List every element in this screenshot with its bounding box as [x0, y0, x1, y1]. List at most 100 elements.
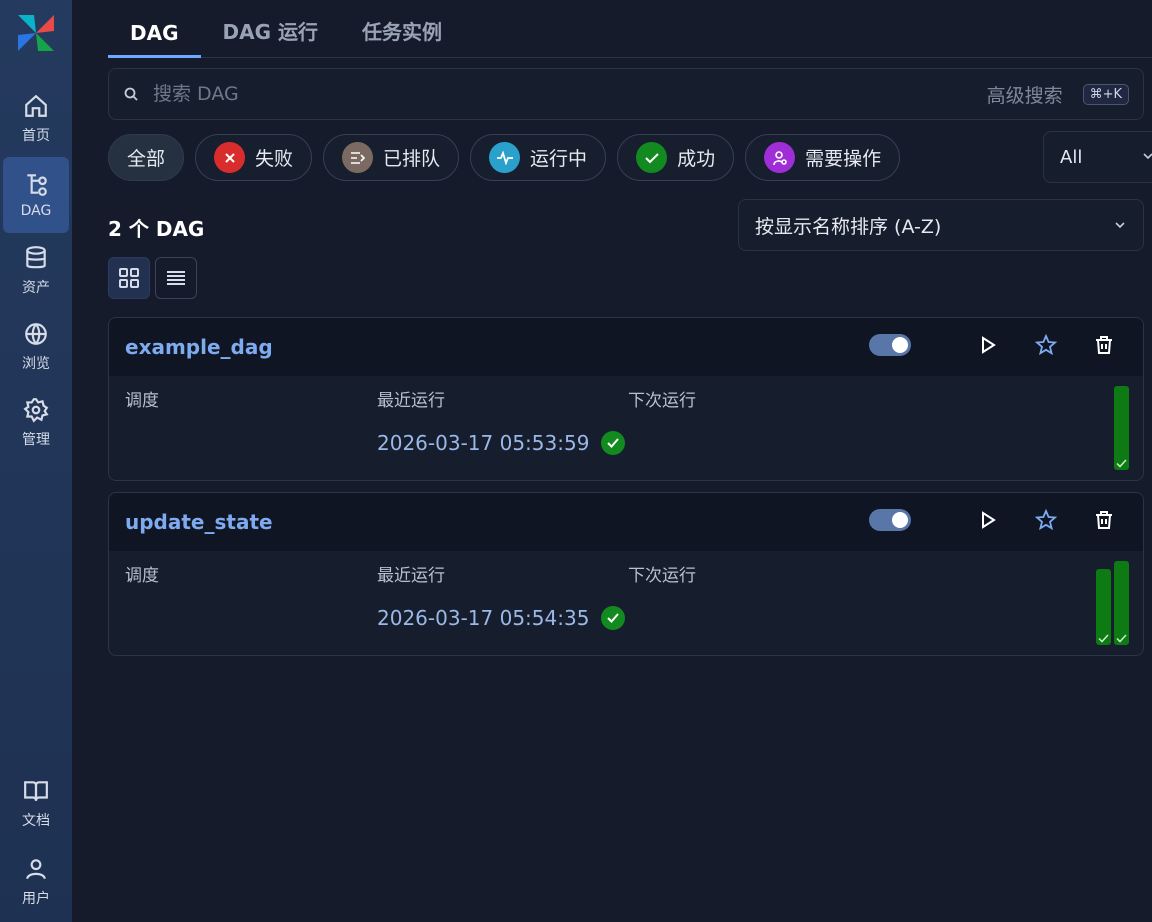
run-bar-success[interactable]	[1096, 569, 1111, 645]
run-bar-success[interactable]	[1114, 386, 1129, 470]
next-run-label: 下次运行	[628, 391, 696, 411]
play-icon	[982, 336, 996, 354]
home-icon	[25, 94, 47, 117]
sidebar-item-label: 管理	[22, 432, 50, 448]
next-run-label: 下次运行	[628, 566, 696, 586]
trigger-dag-button[interactable]	[975, 507, 1001, 533]
dag-name-link[interactable]: update_state	[125, 510, 273, 534]
search-bar: 高级搜索 ⌘+K	[108, 68, 1144, 120]
activity-icon	[489, 142, 521, 173]
card-view-button[interactable]	[108, 257, 150, 299]
sidebar: 首页 DAG 资产 浏览 管理 文档 用户	[0, 0, 72, 922]
state-filters: 全部 失败 已排队 运行中 成功 需要操作	[108, 134, 901, 181]
schedule-label: 调度	[125, 391, 159, 411]
gear-icon	[23, 398, 49, 423]
dag-name-link[interactable]: example_dag	[125, 335, 273, 359]
user-action-icon	[764, 142, 796, 173]
recent-runs-bars	[1096, 561, 1129, 645]
latest-run-label: 最近运行	[377, 391, 445, 411]
star-icon	[1035, 509, 1057, 531]
filter-label: 全部	[127, 148, 166, 170]
dag-card-header: update_state	[109, 493, 1143, 551]
dag-actions	[869, 507, 1117, 533]
dag-actions	[869, 332, 1117, 358]
favorite-button[interactable]	[1033, 332, 1059, 358]
latest-run-value[interactable]: 2026-03-17 05:54:35	[377, 606, 626, 630]
main-content: DAG DAG 运行 任务实例 高级搜索 ⌘+K 全部 失败 已排队	[108, 0, 1152, 922]
filter-label: 已排队	[383, 148, 441, 170]
check-icon	[1098, 634, 1109, 643]
filter-label: 需要操作	[805, 148, 882, 170]
trash-icon	[1096, 511, 1112, 529]
book-icon	[24, 781, 48, 801]
filter-label: 失败	[255, 148, 294, 170]
sidebar-item-home[interactable]: 首页	[3, 81, 69, 157]
sidebar-item-label: 文档	[22, 813, 50, 829]
dag-count: 2 个 DAG	[108, 217, 205, 241]
shortcut-badge: ⌘+K	[1082, 83, 1129, 105]
latest-run-timestamp: 2026-03-17 05:53:59	[377, 431, 590, 455]
dag-icon	[27, 174, 47, 196]
sidebar-item-dag[interactable]: DAG	[3, 157, 69, 233]
sidebar-item-admin[interactable]: 管理	[3, 385, 69, 461]
success-status-icon	[601, 431, 626, 455]
dag-card-header: example_dag	[109, 318, 1143, 376]
sidebar-item-label: 浏览	[22, 356, 50, 372]
tab-bar: DAG DAG 运行 任务实例	[108, 0, 1152, 58]
sidebar-item-docs[interactable]: 文档	[3, 766, 69, 842]
filter-label: 运行中	[530, 148, 588, 170]
dag-pause-toggle[interactable]	[869, 334, 911, 356]
sidebar-item-label: DAG	[20, 203, 52, 219]
run-bar-success[interactable]	[1114, 561, 1129, 645]
search-input[interactable]	[153, 83, 987, 105]
check-icon	[636, 142, 668, 173]
latest-run-value[interactable]: 2026-03-17 05:53:59	[377, 431, 626, 455]
search-icon	[124, 87, 138, 101]
chevron-down-icon	[1143, 153, 1152, 160]
globe-icon	[25, 323, 47, 345]
filter-select[interactable]: All	[1043, 131, 1152, 183]
queue-icon	[342, 142, 374, 173]
check-icon	[1116, 459, 1127, 468]
list-icon	[167, 271, 185, 285]
view-toggle	[108, 257, 197, 299]
sidebar-item-assets[interactable]: 资产	[3, 233, 69, 309]
filter-failed-button[interactable]: 失败	[195, 134, 313, 181]
tab-dag-runs[interactable]: DAG 运行	[201, 16, 340, 57]
list-view-button[interactable]	[155, 257, 197, 299]
trigger-dag-button[interactable]	[975, 332, 1001, 358]
user-icon	[26, 859, 46, 880]
dag-card: example_dag 调度 最近运行 下次运行 2026-03-17 05:5…	[108, 317, 1144, 481]
filter-success-button[interactable]: 成功	[617, 134, 735, 181]
latest-run-label: 最近运行	[377, 566, 445, 586]
sidebar-item-label: 资产	[22, 280, 50, 296]
filter-queued-button[interactable]: 已排队	[323, 134, 460, 181]
favorite-button[interactable]	[1033, 507, 1059, 533]
tab-dag[interactable]: DAG	[108, 21, 201, 58]
delete-dag-button[interactable]	[1091, 507, 1117, 533]
airflow-logo-icon[interactable]	[14, 11, 58, 55]
trash-icon	[1096, 336, 1112, 354]
filter-needs-action-button[interactable]: 需要操作	[745, 134, 901, 181]
sidebar-item-label: 首页	[22, 128, 50, 144]
play-icon	[982, 511, 996, 529]
sidebar-item-label: 用户	[22, 891, 50, 907]
sidebar-item-browse[interactable]: 浏览	[3, 309, 69, 385]
tab-task-instances[interactable]: 任务实例	[340, 16, 464, 57]
sort-select-value: 按显示名称排序 (A-Z)	[755, 215, 942, 238]
filter-all-button[interactable]: 全部	[108, 134, 185, 181]
sort-select[interactable]: 按显示名称排序 (A-Z)	[738, 199, 1144, 251]
check-icon	[1116, 634, 1127, 643]
success-status-icon	[601, 606, 626, 630]
delete-dag-button[interactable]	[1091, 332, 1117, 358]
recent-runs-bars	[1114, 386, 1129, 470]
filter-running-button[interactable]: 运行中	[470, 134, 607, 181]
grid-icon	[119, 268, 139, 288]
sidebar-item-user[interactable]: 用户	[3, 844, 69, 920]
close-icon	[214, 142, 246, 173]
latest-run-timestamp: 2026-03-17 05:54:35	[377, 606, 590, 630]
filter-label: 成功	[677, 148, 716, 170]
advanced-search-link[interactable]: 高级搜索	[987, 81, 1063, 108]
dag-card: update_state 调度 最近运行 下次运行 2026-03-17 05:…	[108, 492, 1144, 656]
dag-pause-toggle[interactable]	[869, 509, 911, 531]
